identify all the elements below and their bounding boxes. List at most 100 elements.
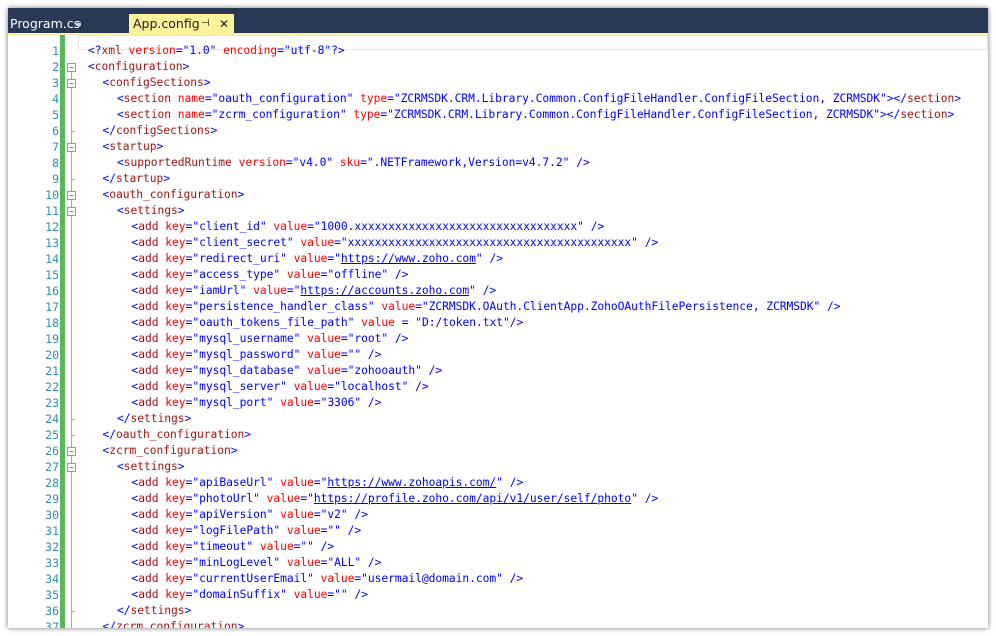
code-token: > [947,108,955,121]
code-token: /> [576,156,590,169]
code-line[interactable]: <startup> [103,139,164,155]
code-line[interactable]: </configSections> [103,123,218,139]
tab-app-config[interactable]: App.config ⊣ ✕ [129,14,234,35]
code-line[interactable]: <add key="redirect_uri" value="https://w… [132,251,504,267]
code-line[interactable]: <add key="mysql_username" value="root" /… [132,331,409,347]
code-line[interactable]: </startup> [103,171,171,187]
code-token: > [237,188,245,201]
code-line[interactable]: <add key="client_secret" value="xxxxxxxx… [132,235,659,251]
code-token: /> [489,252,503,265]
code-token: /> [428,364,443,377]
code-token: name [177,92,205,105]
code-line[interactable]: <add key="photoUrl" value="https://profi… [132,491,659,507]
code-line[interactable]: <add key="minLogLevel" value="ALL" /> [132,555,382,571]
code-token: ="1.0" [175,44,217,57]
code-line[interactable]: <configSections> [103,75,211,91]
code-token: key [165,524,186,537]
code-token: add [138,236,159,249]
tab-program-cs[interactable]: Program.cs 🔒︎ [8,14,98,35]
line-number: 36 [45,604,59,618]
code-area[interactable]: <?xml version="1.0" encoding="utf-8"?> <c… [78,35,988,628]
code-line[interactable]: <add key="apiVersion" value="v2" /> [132,507,368,523]
close-icon[interactable]: ✕ [219,14,229,34]
code-token: ="ZCRMSDK.CRM.Library.Common.ConfigFileH… [387,92,887,105]
code-line[interactable]: <settings> [117,459,185,475]
code-line[interactable]: <add key="mysql_password" value="" /> [132,347,382,363]
code-token: /> [320,540,335,553]
code-line[interactable]: <section name="zcrm_configuration" type=… [117,107,954,123]
code-token: </ [117,412,131,425]
code-token: key [165,476,186,489]
code-token: ="mysql_server" [185,380,287,393]
code-token: < [117,460,124,473]
code-line[interactable]: <add key="persistence_handler_class" val… [132,299,841,315]
url-link[interactable]: https://www.zoho.com [341,252,476,265]
code-token: ="photoUrl" [185,492,260,505]
collapse-icon[interactable]: − [67,207,76,216]
code-token: add [138,476,159,489]
collapse-icon[interactable]: − [67,79,76,88]
line-number: 26 [45,444,59,458]
fold-end-marker [71,131,75,132]
code-line[interactable]: <add key="iamUrl" value="https://account… [132,283,497,299]
code-line[interactable]: <settings> [117,203,185,219]
code-token: /> [394,268,409,281]
code-line[interactable]: <add key="access_type" value="offline" /… [132,267,409,283]
code-token: add [138,220,159,233]
line-number: 5 [52,108,59,122]
code-token: add [138,268,159,281]
code-token: " [631,492,638,505]
code-line[interactable]: <configuration> [88,59,189,75]
code-token: ="oauth_tokens_file_path" [185,316,355,329]
code-line[interactable]: <add key="apiBaseUrl" value="https://www… [132,475,524,491]
collapse-icon[interactable]: − [67,143,76,152]
code-token: ="localhost" [327,380,409,393]
code-token: value [300,236,335,249]
code-token: type [353,108,381,121]
code-line[interactable]: <add key="mysql_port" value="3306" /> [132,395,382,411]
code-line[interactable]: </settings> [117,603,191,619]
code-line[interactable]: <add key="domainSuffix" value="" /> [132,587,368,603]
pin-icon[interactable]: ⊣ [201,14,210,34]
code-line[interactable]: </zcrm_configuration> [103,619,245,628]
code-line[interactable]: <add key="mysql_database" value="zohooau… [132,363,443,379]
url-link[interactable]: https://www.zohoapis.com/ [327,476,496,489]
line-number: 30 [45,508,59,522]
collapse-icon[interactable]: − [67,63,76,72]
tab-label: Program.cs [10,16,81,31]
code-line[interactable]: <add key="currentUserEmail" value="userm… [132,571,524,587]
code-line[interactable]: <section name="oauth_configuration" type… [117,91,961,107]
collapse-icon[interactable]: − [67,447,76,456]
code-token: key [165,508,186,521]
code-token: > [184,412,192,425]
code-token: " [475,252,483,265]
code-line[interactable]: </settings> [117,411,191,427]
code-line[interactable]: <oauth_configuration> [103,187,245,203]
line-number: 32 [45,540,59,554]
code-token: value [286,556,321,569]
code-line[interactable]: <add key="timeout" value="" /> [132,539,335,555]
url-link[interactable]: https://profile.zoho.com/api/v1/user/sel… [314,492,631,505]
code-line[interactable]: <supportedRuntime version="v4.0" sku=".N… [117,155,590,171]
code-token: =" [286,284,301,297]
code-line[interactable]: <add key="client_id" value="1000.xxxxxxx… [132,219,605,235]
code-line[interactable]: <add key="mysql_server" value="localhost… [132,379,429,395]
code-line[interactable]: <add key="logFilePath" value="" /> [132,523,362,539]
line-number: 20 [45,348,59,362]
collapse-icon[interactable]: − [67,191,76,200]
collapse-icon[interactable]: − [67,463,76,472]
line-number: 28 [45,476,59,490]
code-token: xml [101,44,122,57]
code-line[interactable]: </oauth_configuration> [103,427,252,443]
url-link[interactable]: https://accounts.zoho.com [300,284,469,297]
code-token: ="v4.0" [285,156,334,169]
code-line[interactable]: <?xml version="1.0" encoding="utf-8"?> [88,43,345,59]
code-editor[interactable]: 1 2 3 4 5 6 7 8 9 10 11 12 13 14 15 16 17 18 19 20 21 22 23 24 2… [8,35,988,628]
code-line[interactable]: <add key="oauth_tokens_file_path" value … [132,315,524,331]
code-line[interactable]: <zcrm_configuration> [103,443,238,459]
code-token: ="iamUrl" [185,284,247,297]
